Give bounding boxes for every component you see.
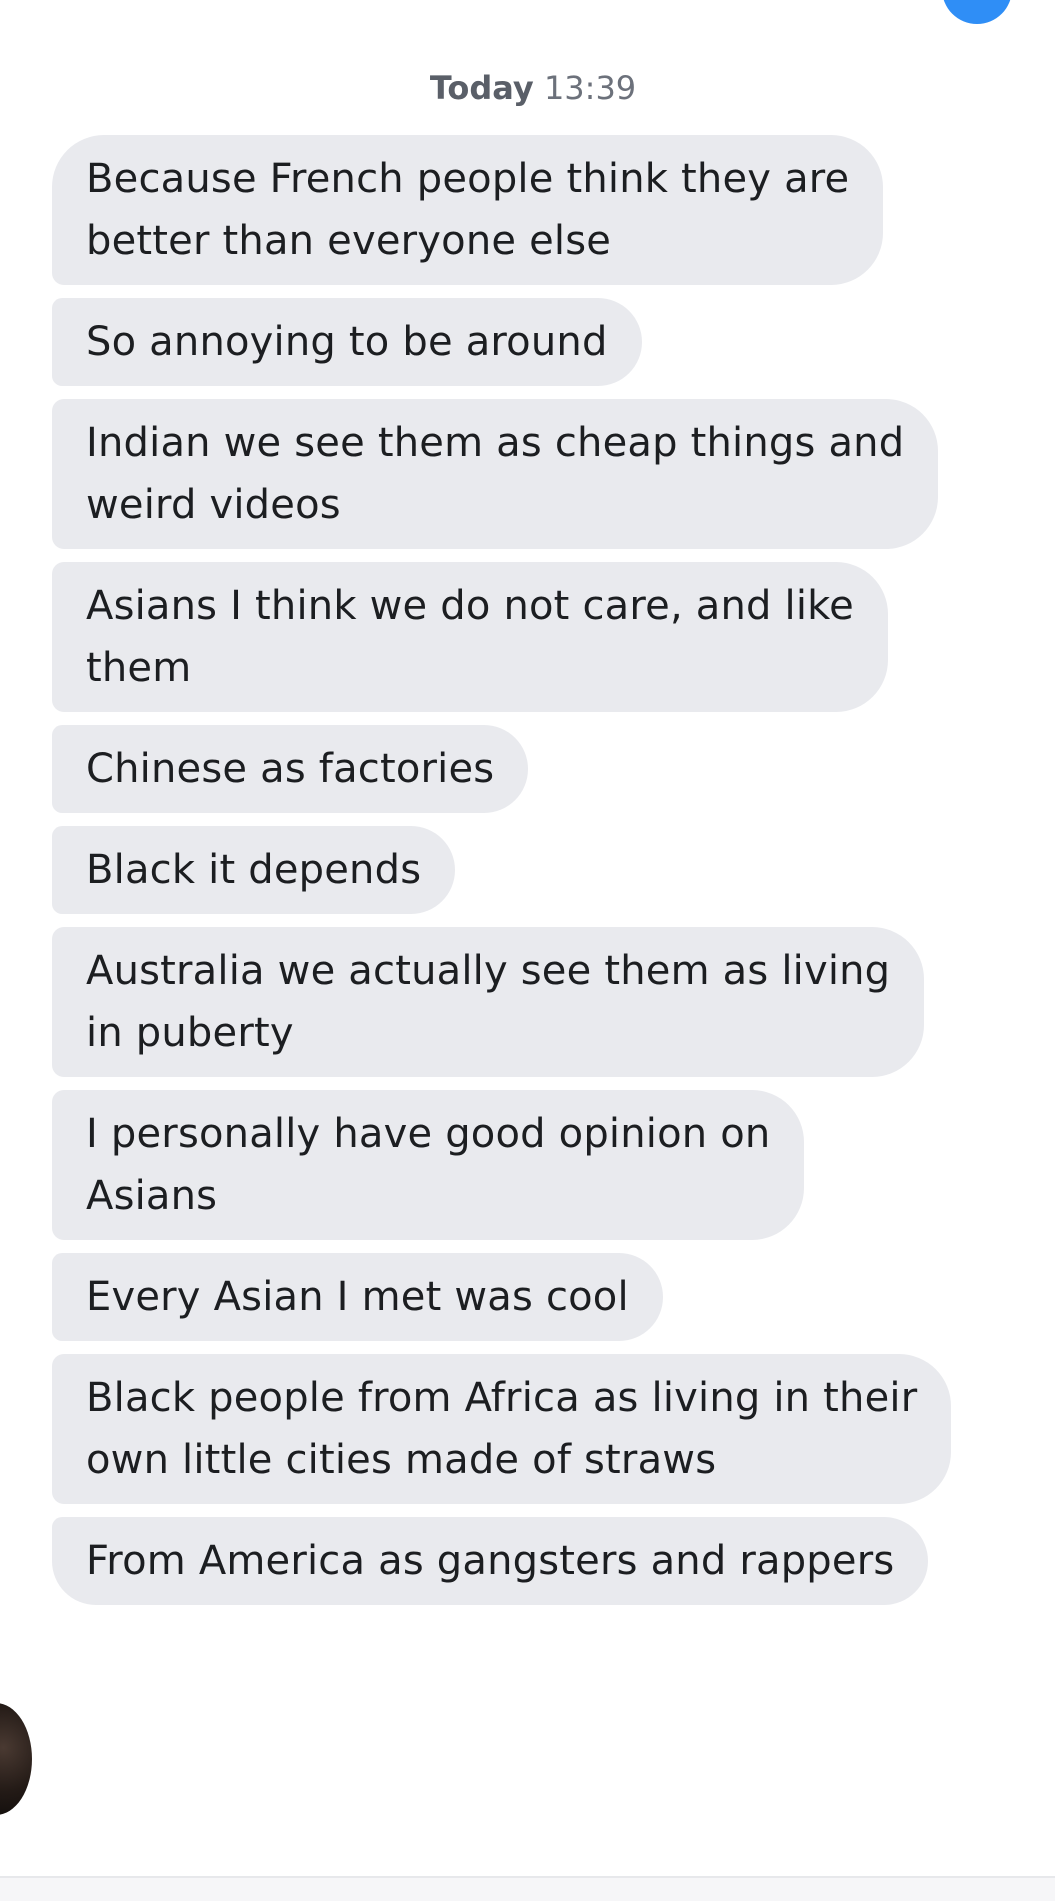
sender-avatar[interactable] [0,1703,32,1815]
message-text-line: own little cities made of straws [86,1437,717,1483]
message-text-line: them [86,645,192,691]
message-text-line: weird videos [86,482,341,528]
message-text-line: Australia we actually see them as living [86,948,891,994]
send-button[interactable] [942,0,1012,24]
message-bubble[interactable]: Australia we actually see them as living… [52,927,925,1077]
timestamp-day: Today [429,69,534,107]
message-text-line: in puberty [86,1010,294,1056]
message-bubble[interactable]: From America as gangsters and rappers [52,1517,929,1605]
message-bubble[interactable]: I personally have good opinion on Asians [52,1090,805,1240]
message-text-line: Chinese as factories [86,746,495,792]
message-bubble[interactable]: Indian we see them as cheap things and w… [52,399,939,549]
message-text-line: From America as gangsters and rappers [86,1538,895,1584]
message-bubble[interactable]: So annoying to be around [52,298,642,386]
message-bubble[interactable]: Every Asian I met was cool [52,1253,663,1341]
message-text-line: Asians [86,1173,218,1219]
message-thread: Because French people think they are bet… [52,135,952,1605]
timestamp-time: 13:39 [543,69,637,107]
message-text-line: I personally have good opinion on [86,1111,771,1157]
composer-bar [0,1878,1055,1901]
message-text-line: Asians I think we do not care, and like [86,583,854,629]
message-text-line: So annoying to be around [86,319,608,365]
message-bubble[interactable]: Black people from Africa as living in th… [52,1354,952,1504]
message-bubble[interactable]: Black it depends [52,826,456,914]
message-text-line: Because French people think they are [86,156,850,202]
message-text-line: Indian we see them as cheap things and [86,420,905,466]
message-bubble[interactable]: Because French people think they are bet… [52,135,884,285]
message-text-line: Black people from Africa as living in th… [86,1375,918,1421]
message-text-line: better than everyone else [86,218,612,264]
message-bubble[interactable]: Chinese as factories [52,725,529,813]
message-bubble[interactable]: Asians I think we do not care, and like … [52,562,888,712]
message-text-line: Every Asian I met was cool [86,1274,629,1320]
message-text-line: Black it depends [86,847,422,893]
message-timestamp: Today 13:39 [0,68,1055,108]
